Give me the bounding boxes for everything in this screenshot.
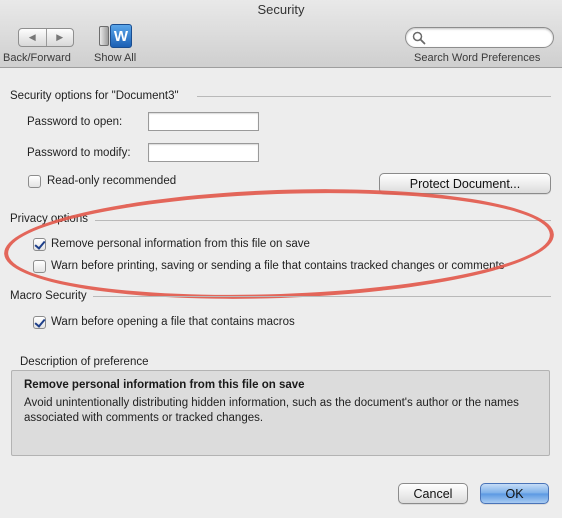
back-arrow-icon: ◀	[28, 32, 36, 42]
search-label: Search Word Preferences	[414, 52, 541, 64]
back-button[interactable]: ◀	[19, 29, 46, 46]
password-open-field[interactable]	[148, 112, 259, 131]
security-preferences-window: Security ◀ ▶ Back/Forward W Show All Sea…	[0, 0, 562, 518]
readonly-checkbox[interactable]	[28, 175, 41, 188]
forward-button[interactable]: ▶	[45, 29, 74, 46]
show-all-label: Show All	[94, 52, 137, 64]
description-title: Remove personal information from this fi…	[24, 379, 305, 391]
toolbar: Security ◀ ▶ Back/Forward W Show All Sea…	[0, 0, 562, 68]
password-open-label: Password to open:	[27, 116, 123, 128]
security-divider	[197, 96, 551, 97]
word-app-icon: W	[110, 24, 132, 48]
search-input[interactable]	[428, 30, 548, 46]
show-all-button[interactable]: W	[99, 22, 135, 50]
description-header: Description of preference	[20, 356, 149, 368]
security-options-header: Security options for "Document3"	[10, 90, 179, 102]
password-modify-label: Password to modify:	[27, 147, 131, 159]
password-modify-field[interactable]	[148, 143, 259, 162]
search-field[interactable]	[405, 27, 554, 48]
readonly-label: Read-only recommended	[47, 175, 177, 187]
back-forward-label: Back/Forward	[3, 52, 71, 64]
forward-arrow-icon: ▶	[56, 32, 64, 42]
switch-icon	[99, 26, 109, 46]
macro-security-header: Macro Security	[10, 290, 87, 302]
description-box: Remove personal information from this fi…	[11, 370, 550, 456]
magnifier-icon	[412, 31, 426, 45]
back-forward-control[interactable]: ◀ ▶	[18, 28, 74, 47]
macro-divider	[93, 296, 551, 297]
ok-button[interactable]: OK	[480, 483, 549, 504]
warn-macros-label: Warn before opening a file that contains…	[51, 316, 295, 328]
warn-macros-checkbox[interactable]	[33, 316, 46, 329]
window-title: Security	[257, 2, 305, 17]
description-text: Avoid unintentionally distributing hidde…	[24, 397, 519, 424]
cancel-button[interactable]: Cancel	[398, 483, 468, 504]
